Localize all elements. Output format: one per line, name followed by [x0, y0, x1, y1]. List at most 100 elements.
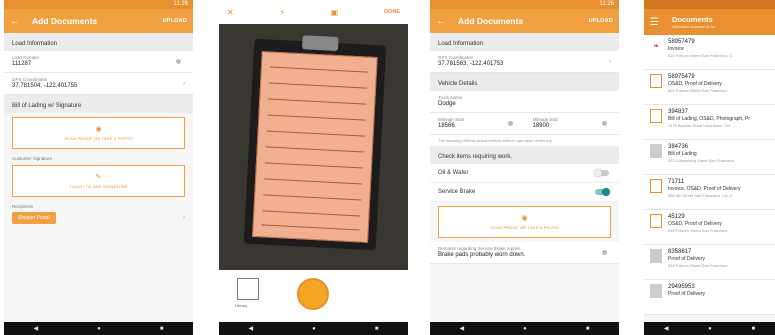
crop-icon[interactable]: ▣ [331, 8, 339, 17]
truck-name-field[interactable]: Truck Name Dodge [430, 91, 619, 113]
truck-name-label: Truck Name [438, 95, 463, 100]
chevron-right-icon: › [183, 81, 185, 87]
android-nav-bar: ◀ ● ■ [4, 322, 193, 335]
status-bar: 11:26 [4, 0, 193, 9]
document-row[interactable]: 384736 Bill of Lading 313 Chinneking Stree… [644, 140, 775, 175]
nav-back-icon[interactable]: ◀ [249, 325, 254, 332]
oil-water-toggle[interactable] [594, 169, 609, 177]
scan-photo-button[interactable]: ◉ SCAN PROOF OR TAKE A PHOTO [12, 117, 185, 149]
scan-photo-button[interactable]: ◉ SCAN PROOF OR TAKE A PHOTO [438, 206, 611, 238]
document-addr: 360 4th Street San Francisco, CA, 9 [668, 193, 733, 198]
recipients-label: Recipients [12, 204, 34, 209]
recipient-chip[interactable]: Shipper Portal [12, 212, 56, 224]
document-type: Proof of Delivery [668, 291, 705, 297]
document-row[interactable]: 58975479 OS&D, Proof of Delivery 621 Folso… [644, 70, 775, 105]
nav-back-icon[interactable]: ◀ [34, 325, 39, 332]
customer-signature-label: Customer Signature [12, 156, 53, 161]
document-addr: 313 Chinneking Street San Francisco [668, 158, 735, 163]
document-num: 8358617 [668, 249, 692, 255]
section-check-items: Check items requiring work. [430, 146, 619, 164]
back-arrow-icon[interactable]: ← [436, 16, 452, 27]
remarks-label: Remarks regarding Service Brake repairs [438, 246, 521, 251]
section-vehicle-details: Vehicle Details [430, 73, 619, 91]
truck-name-value: Dodge [438, 101, 456, 107]
mileage-end-field[interactable]: Mileage End 18900 [524, 113, 619, 134]
load-number-value: 111287 [12, 61, 32, 67]
add-signature-button[interactable]: ✎ TOUCH TO ADD SIGNATURE [12, 165, 185, 197]
camera-icon: ◉ [521, 215, 528, 222]
close-icon[interactable]: ✕ [227, 8, 234, 17]
image-thumbnail-icon [650, 284, 662, 298]
document-row[interactable]: ❧ 58957479 Invoice 616 Folsom Street San Fr… [644, 35, 775, 70]
form-document-icon [650, 109, 662, 123]
section-load-information: Load Information [4, 33, 193, 51]
remarks-field[interactable]: Remarks regarding Service Brake repairs … [430, 242, 619, 264]
document-text: 8358617 Proof of Delivery 616 Folsom Stree… [668, 249, 727, 279]
library-thumbnail[interactable] [237, 278, 259, 300]
document-row[interactable]: 8358617 Proof of Delivery 616 Folsom Stree… [644, 245, 775, 280]
nav-recents-icon[interactable]: ■ [586, 326, 590, 332]
back-arrow-icon[interactable]: ← [10, 16, 26, 27]
document-num: 384736 [668, 144, 689, 150]
nav-home-icon[interactable]: ● [523, 326, 527, 332]
recipients-row[interactable]: Shipper Portal › [4, 209, 193, 227]
form-document-icon [650, 74, 662, 88]
load-number-field[interactable]: Load Number 111287 [4, 51, 193, 73]
page-subtitle: Uploaded documents for [672, 24, 716, 29]
nav-back-icon[interactable]: ◀ [460, 325, 465, 332]
document-text: 58975479 OS&D, Proof of Delivery 621 Folso… [668, 74, 727, 104]
android-nav-bar: ◀ ● ■ [430, 322, 619, 335]
service-brake-row[interactable]: Service Brake [430, 183, 619, 202]
mileage-note: The following reflects actual vehicle mi… [430, 135, 619, 146]
gps-field[interactable]: GPS Coordinates 37.781504, -122.401755 › [4, 73, 193, 95]
gps-field[interactable]: GPS Coordinates 37.781563, -122.401753 › [430, 51, 619, 73]
document-row[interactable]: 45129 OS&D, Proof of Delivery 616 Folsom S… [644, 210, 775, 245]
document-type: Invoice [668, 46, 684, 52]
phone-add-documents: 11:26 ← Add Documents UPLOAD Load Inform… [4, 0, 193, 335]
nav-recents-icon[interactable]: ■ [752, 326, 756, 332]
clipboard-image [243, 35, 387, 251]
nav-home-icon[interactable]: ● [312, 326, 316, 332]
nav-recents-icon[interactable]: ■ [160, 326, 164, 332]
load-number-label: Load Number [12, 55, 40, 60]
document-addr: 1475 Buckler Road Uniontown, OH [668, 123, 731, 128]
phone-camera-scan: ✕ ⚡ ▣ DONE Library ◀ ● ■ [219, 0, 408, 335]
phone-documents-list: ☰ Documents Uploaded documents for ❧ 5895… [644, 0, 775, 335]
pdf-file-icon: ❧ [653, 43, 659, 50]
document-text: 45129 OS&D, Proof of Delivery 616 Folsom S… [668, 214, 727, 244]
shutter-button[interactable] [297, 278, 329, 310]
camera-icon: ◉ [95, 126, 102, 133]
upload-button[interactable]: UPLOAD [589, 18, 613, 24]
app-bar: ← Add Documents UPLOAD [4, 9, 193, 33]
flash-auto-icon[interactable]: ⚡ [279, 8, 285, 17]
document-type: Bill of Lading, OS&D, Photograph, Pr [668, 116, 750, 122]
chevron-right-icon: › [609, 59, 611, 65]
document-list: ❧ 58957479 Invoice 616 Folsom Street San Fr… [644, 35, 775, 315]
service-brake-toggle[interactable] [595, 188, 610, 196]
add-signature-label: TOUCH TO ADD SIGNATURE [69, 184, 128, 189]
nav-recents-icon[interactable]: ■ [375, 326, 379, 332]
nav-back-icon[interactable]: ◀ [664, 325, 669, 332]
scan-photo-label: SCAN PROOF OR TAKE A PHOTO [490, 225, 559, 230]
document-num: 58957479 [668, 39, 695, 45]
nav-home-icon[interactable]: ● [97, 326, 101, 332]
document-row[interactable]: 71711 Invoice, OS&D, Proof of Delivery 360… [644, 175, 775, 210]
document-row[interactable]: 29495953 Proof of Delivery [644, 280, 775, 315]
nav-home-icon[interactable]: ● [708, 326, 712, 332]
android-nav-bar: ◀ ● ■ [644, 322, 775, 335]
document-row[interactable]: 394837 Bill of Lading, OS&D, Photograph, … [644, 105, 775, 140]
document-num: 394837 [668, 109, 689, 115]
mileage-start-value: 18566 [438, 123, 455, 129]
mileage-start-field[interactable]: Mileage Start 18566 [430, 113, 525, 134]
document-type: Proof of Delivery [668, 256, 705, 262]
document-addr: 616 Folsom Street San Francisco [668, 263, 728, 268]
clipboard-clip [301, 35, 339, 52]
upload-button[interactable]: UPLOAD [163, 18, 187, 24]
oil-water-row[interactable]: Oil & Water [430, 164, 619, 183]
menu-icon[interactable]: ☰ [650, 17, 666, 28]
gps-value: 37.781504, -122.401755 [12, 83, 78, 89]
document-addr: 621 Folsom Street San Francisco [668, 88, 728, 93]
page-title: Add Documents [458, 16, 524, 26]
done-button[interactable]: DONE [384, 9, 400, 15]
document-type: Invoice, OS&D, Proof of Delivery [668, 186, 741, 192]
